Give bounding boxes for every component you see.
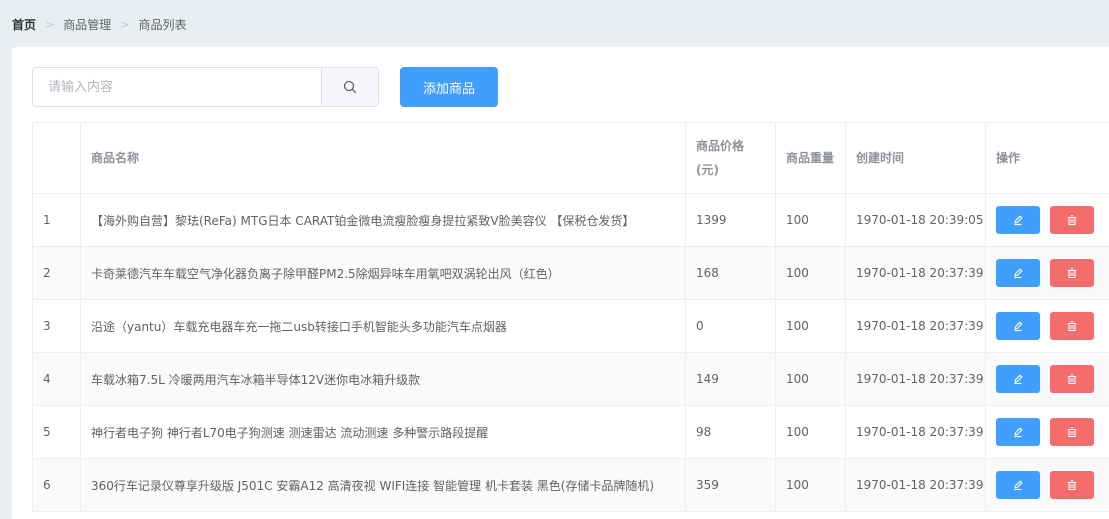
add-goods-button[interactable]: 添加商品 <box>400 67 498 107</box>
cell-name: 【海外购自营】黎珐(ReFa) MTG日本 CARAT铂金微电流瘦脸瘦身提拉紧致… <box>80 193 686 247</box>
search-input[interactable] <box>33 68 321 106</box>
cell-weight: 100 <box>775 405 846 459</box>
delete-button[interactable] <box>1050 312 1094 340</box>
cell-actions <box>985 193 1109 247</box>
cell-index: 5 <box>32 405 81 459</box>
table-row: 3 沿途（yantu）车载充电器车充一拖二usb转接口手机智能头多功能汽车点烟器 0… <box>32 299 1109 353</box>
delete-button[interactable] <box>1050 259 1094 287</box>
cell-actions <box>985 405 1109 459</box>
delete-button[interactable] <box>1050 206 1094 234</box>
edit-icon <box>1014 321 1023 332</box>
toolbar: 添加商品 <box>32 67 498 107</box>
header-index <box>32 122 81 194</box>
table-body: 1 【海外购自营】黎珐(ReFa) MTG日本 CARAT铂金微电流瘦脸瘦身提拉紧… <box>32 193 1109 512</box>
trash-icon <box>1067 215 1077 226</box>
row-actions <box>996 418 1109 446</box>
cell-name: 神行者电子狗 神行者L70电子狗测速 测速雷达 流动测速 多种警示路段提醒 <box>80 405 686 459</box>
cell-weight: 100 <box>775 193 846 247</box>
header-name: 商品名称 <box>80 122 686 194</box>
row-actions <box>996 312 1109 340</box>
trash-icon <box>1067 268 1077 279</box>
cell-actions <box>985 458 1109 512</box>
breadcrumb-goods-management: 商品管理 <box>63 17 112 32</box>
table-row: 2 卡奇莱德汽车车载空气净化器负离子除甲醛PM2.5除烟异味车用氧吧双涡轮出风（红… <box>32 246 1109 300</box>
cell-price: 1399 <box>685 193 776 247</box>
delete-button[interactable] <box>1050 365 1094 393</box>
cell-created: 1970-01-18 20:37:39 <box>845 352 986 406</box>
delete-button[interactable] <box>1050 418 1094 446</box>
cell-actions <box>985 352 1109 406</box>
cell-price: 0 <box>685 299 776 353</box>
table-row: 5 神行者电子狗 神行者L70电子狗测速 测速雷达 流动测速 多种警示路段提醒 98… <box>32 405 1109 459</box>
cell-created: 1970-01-18 20:39:05 <box>845 193 986 247</box>
cell-index: 6 <box>32 458 81 512</box>
cell-weight: 100 <box>775 458 846 512</box>
cell-weight: 100 <box>775 299 846 353</box>
cell-actions <box>985 299 1109 353</box>
goods-table: 商品名称 商品价格(元) 商品重量 创建时间 操作 1 【海外购自营】黎珐(ReF… <box>32 122 1109 512</box>
cell-name: 车载冰箱7.5L 冷暖两用汽车冰箱半导体12V迷你电冰箱升级款 <box>80 352 686 406</box>
breadcrumb-home[interactable]: 首页 <box>12 16 36 33</box>
delete-button[interactable] <box>1050 471 1094 499</box>
trash-icon <box>1067 427 1077 438</box>
cell-index: 2 <box>32 246 81 300</box>
search-button[interactable] <box>321 68 378 106</box>
edit-button[interactable] <box>996 312 1040 340</box>
chevron-right-icon: > <box>45 17 55 31</box>
cell-price: 98 <box>685 405 776 459</box>
header-created: 创建时间 <box>845 122 986 194</box>
goods-table-wrapper: 商品名称 商品价格(元) 商品重量 创建时间 操作 1 【海外购自营】黎珐(ReF… <box>32 122 1109 519</box>
edit-icon <box>1014 427 1023 438</box>
edit-icon <box>1014 215 1023 226</box>
cell-created: 1970-01-18 20:37:39 <box>845 458 986 512</box>
header-weight: 商品重量 <box>775 122 846 194</box>
row-actions <box>996 471 1109 499</box>
cell-created: 1970-01-18 20:37:39 <box>845 299 986 353</box>
edit-button[interactable] <box>996 206 1040 234</box>
edit-button[interactable] <box>996 471 1040 499</box>
cell-price: 149 <box>685 352 776 406</box>
trash-icon <box>1067 480 1077 491</box>
cell-name: 360行车记录仪尊享升级版 J501C 安霸A12 高清夜视 WIFI连接 智能… <box>80 458 686 512</box>
cell-index: 1 <box>32 193 81 247</box>
trash-icon <box>1067 374 1077 385</box>
edit-icon <box>1014 374 1023 385</box>
edit-icon <box>1014 268 1023 279</box>
chevron-right-icon: > <box>120 17 130 31</box>
cell-actions <box>985 246 1109 300</box>
cell-weight: 100 <box>775 246 846 300</box>
goods-card: 添加商品 商品名称 商品价格(元) 商品重量 创建时间 操作 <box>12 47 1109 519</box>
row-actions <box>996 206 1109 234</box>
edit-button[interactable] <box>996 418 1040 446</box>
cell-index: 3 <box>32 299 81 353</box>
cell-name: 卡奇莱德汽车车载空气净化器负离子除甲醛PM2.5除烟异味车用氧吧双涡轮出风（红色… <box>80 246 686 300</box>
row-actions <box>996 259 1109 287</box>
edit-icon <box>1014 480 1023 491</box>
breadcrumb: 首页 > 商品管理 > 商品列表 <box>12 16 186 32</box>
table-row: 4 车载冰箱7.5L 冷暖两用汽车冰箱半导体12V迷你电冰箱升级款 149 100 19… <box>32 352 1109 406</box>
edit-button[interactable] <box>996 259 1040 287</box>
header-actions: 操作 <box>985 122 1109 194</box>
breadcrumb-goods-list: 商品列表 <box>138 17 187 32</box>
cell-weight: 100 <box>775 352 846 406</box>
cell-created: 1970-01-18 20:37:39 <box>845 405 986 459</box>
table-header-row: 商品名称 商品价格(元) 商品重量 创建时间 操作 <box>32 122 1109 194</box>
search-box <box>32 67 379 107</box>
trash-icon <box>1067 321 1077 332</box>
cell-created: 1970-01-18 20:37:39 <box>845 246 986 300</box>
cell-price: 359 <box>685 458 776 512</box>
cell-price: 168 <box>685 246 776 300</box>
table-row: 1 【海外购自营】黎珐(ReFa) MTG日本 CARAT铂金微电流瘦脸瘦身提拉紧… <box>32 193 1109 247</box>
cell-index: 4 <box>32 352 81 406</box>
search-icon <box>343 80 357 94</box>
table-row: 6 360行车记录仪尊享升级版 J501C 安霸A12 高清夜视 WIFI连接 智… <box>32 458 1109 512</box>
row-actions <box>996 365 1109 393</box>
cell-name: 沿途（yantu）车载充电器车充一拖二usb转接口手机智能头多功能汽车点烟器 <box>80 299 686 353</box>
header-price: 商品价格(元) <box>685 122 776 194</box>
edit-button[interactable] <box>996 365 1040 393</box>
